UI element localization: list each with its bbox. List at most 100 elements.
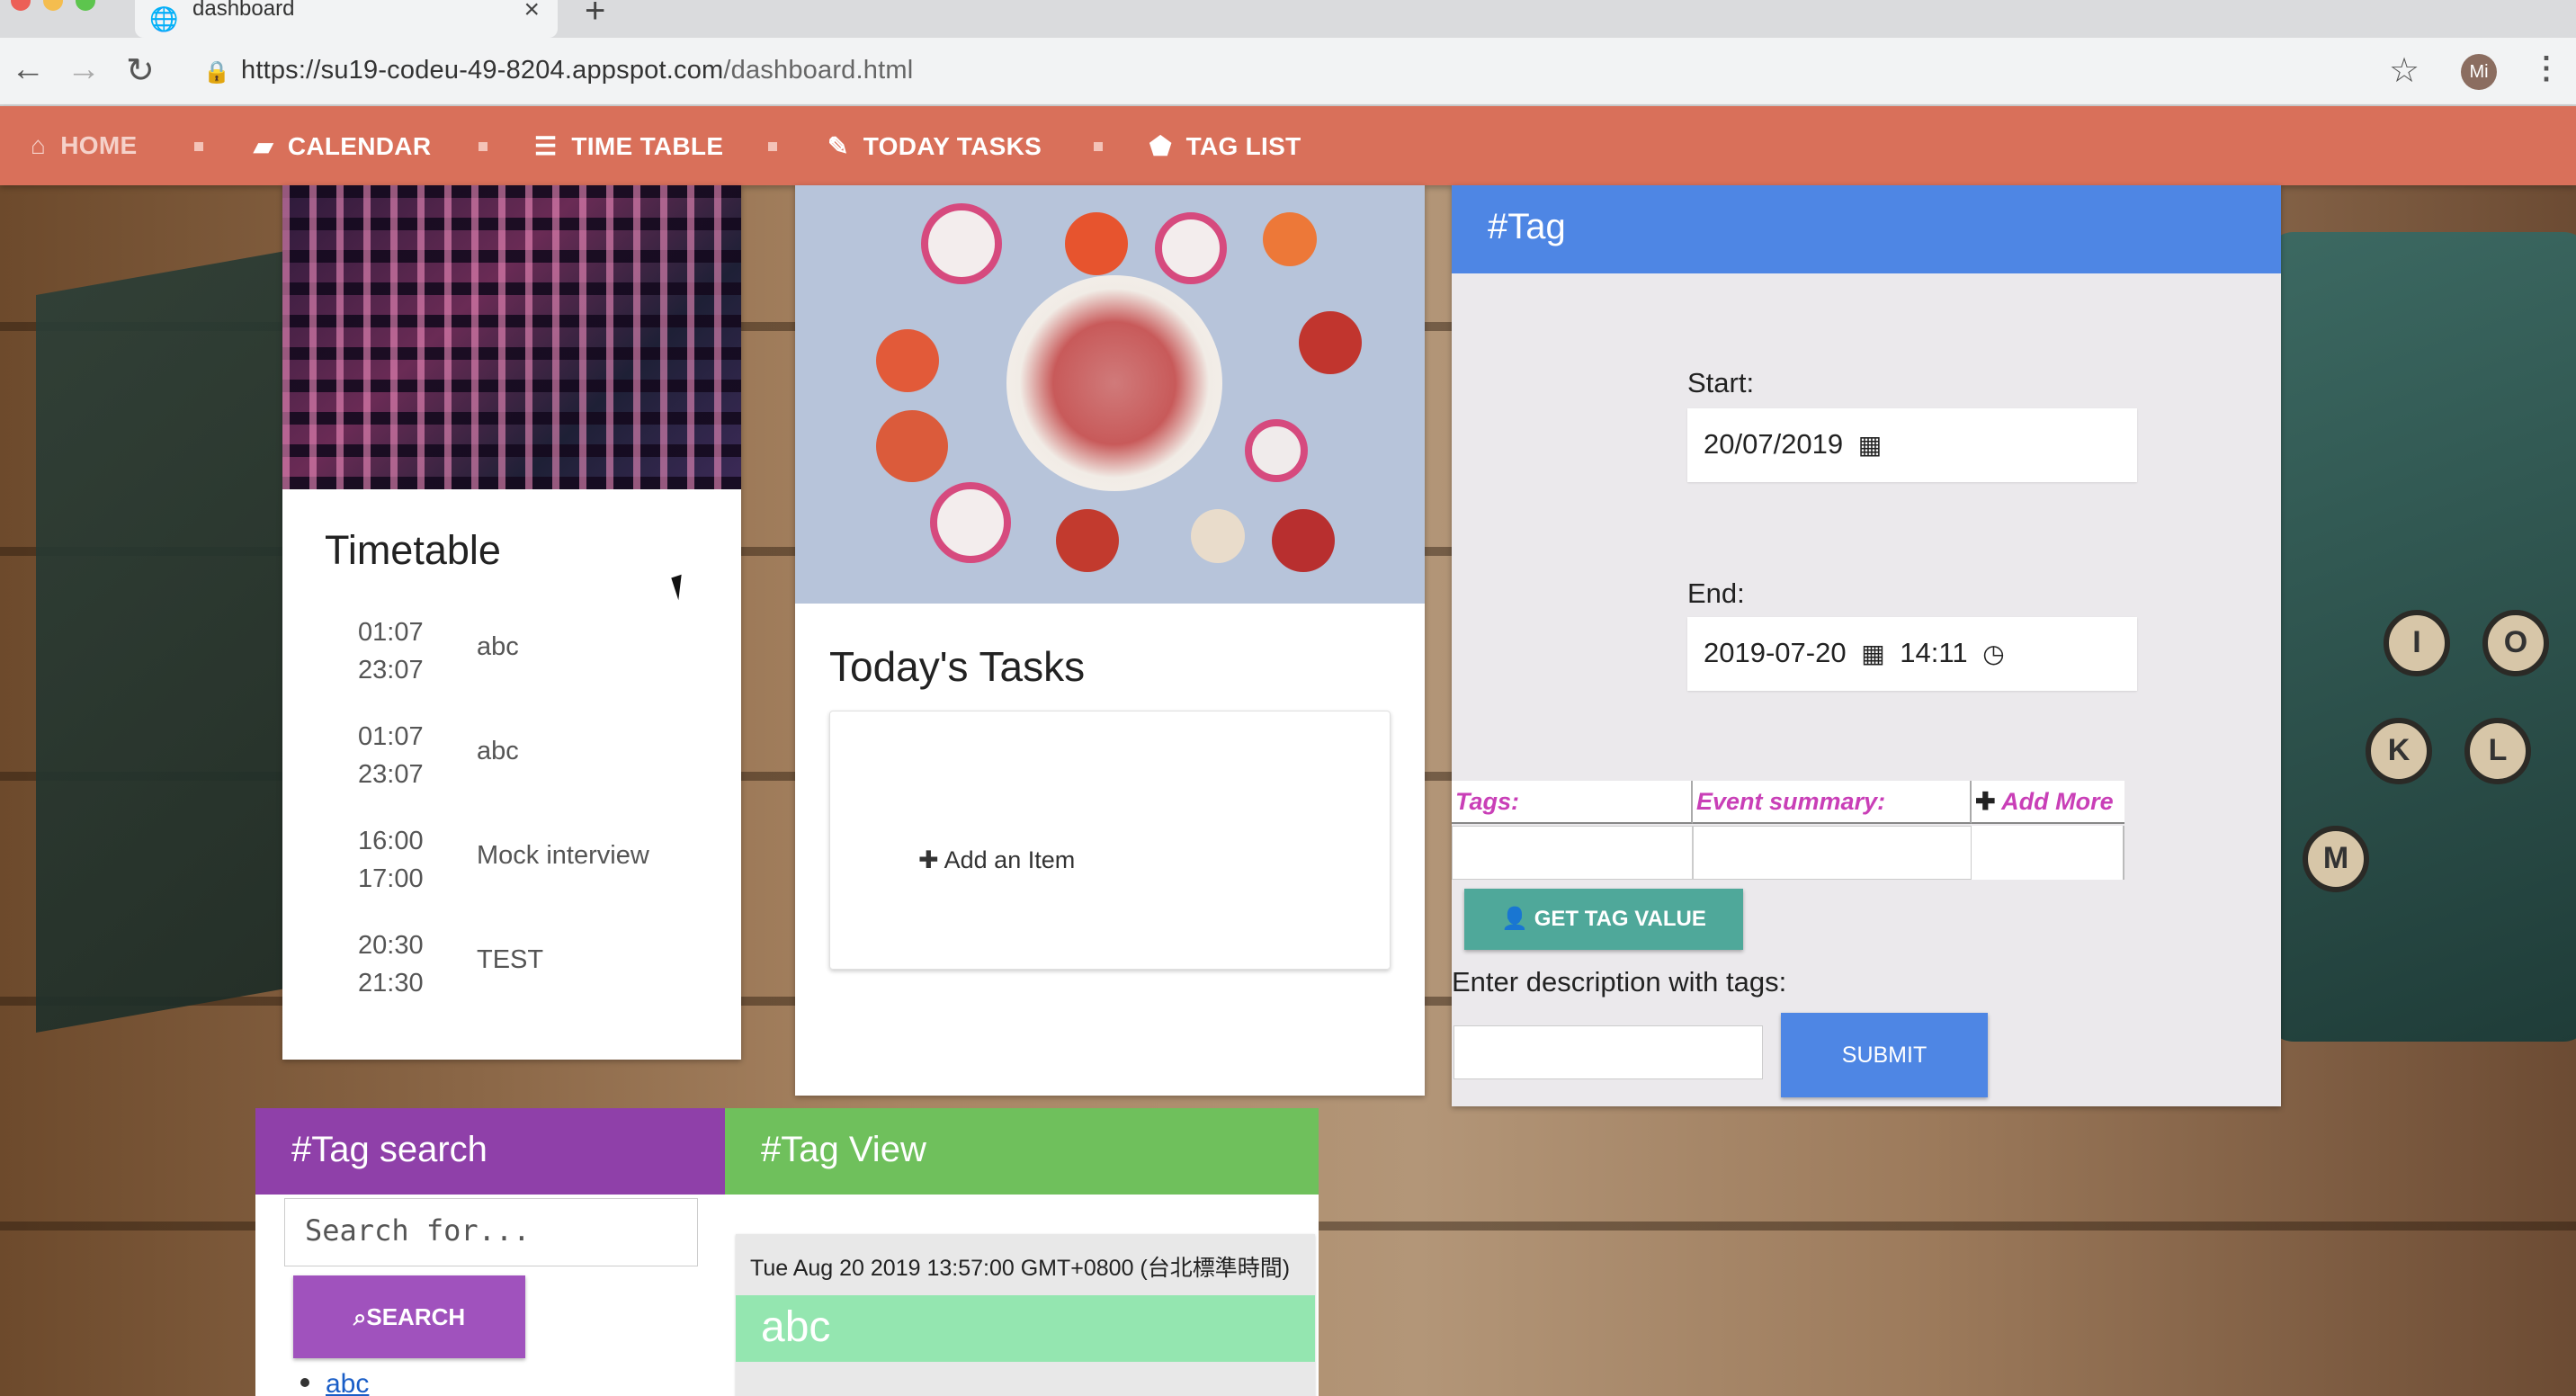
timetable-time: 01:07 23:07 bbox=[358, 718, 424, 793]
timetable-card: Timetable 01:07 23:07 abc 01:07 23:07 abc … bbox=[282, 185, 741, 1060]
time-end: 23:07 bbox=[358, 656, 424, 685]
search-input[interactable]: Search for... bbox=[284, 1198, 698, 1266]
nav-calendar[interactable]: ▰ CALENDAR bbox=[254, 131, 431, 161]
description-label: Enter description with tags: bbox=[1452, 966, 1787, 998]
main-nav: ⌂ HOME ▰ CALENDAR ☰ TIME TABLE ✎ TODAY T… bbox=[0, 106, 2576, 185]
tags-input[interactable] bbox=[1452, 826, 1693, 880]
nav-separator bbox=[1094, 142, 1103, 151]
minimize-window-button[interactable] bbox=[43, 0, 63, 11]
calendar-icon[interactable]: ▦ bbox=[1861, 640, 1884, 667]
search-button-label: SEARCH bbox=[366, 1303, 466, 1330]
list-bullet bbox=[300, 1378, 309, 1387]
nav-calendar-label: CALENDAR bbox=[287, 131, 432, 160]
description-input[interactable] bbox=[1453, 1025, 1763, 1079]
fruit-bowl-image bbox=[795, 185, 1425, 604]
timetable-row[interactable]: 20:30 21:30 TEST bbox=[282, 926, 741, 1016]
tab-title: dashboard bbox=[192, 0, 295, 21]
typewriter-key: M bbox=[2303, 826, 2369, 892]
timetable-event-name: TEST bbox=[477, 945, 544, 974]
timetable-time: 16:00 17:00 bbox=[358, 822, 424, 898]
tag-view-panel: #Tag View Tue Aug 20 2019 13:57:00 GMT+0… bbox=[725, 1108, 1319, 1396]
end-datetime-input[interactable]: 2019-07-20 ▦ 14:11 ◷ bbox=[1687, 617, 2137, 691]
end-date-value: 2019-07-20 bbox=[1704, 637, 1847, 668]
close-tab-icon[interactable]: × bbox=[523, 0, 540, 25]
maximize-window-button[interactable] bbox=[76, 0, 95, 11]
home-icon: ⌂ bbox=[31, 131, 47, 159]
fruit-decoration bbox=[1065, 212, 1128, 275]
calendar-icon[interactable]: ▦ bbox=[1858, 431, 1882, 459]
timetable-row[interactable]: 16:00 17:00 Mock interview bbox=[282, 822, 741, 912]
search-button[interactable]: ⌕SEARCH bbox=[293, 1275, 525, 1358]
nav-today-tasks[interactable]: ✎ TODAY TASKS bbox=[827, 131, 1042, 161]
clock-icon[interactable]: ◷ bbox=[1982, 640, 2004, 667]
fruit-decoration bbox=[876, 410, 948, 482]
kebab-menu-icon[interactable]: ⋮ bbox=[2531, 50, 2562, 86]
back-arrow-icon[interactable]: ← bbox=[11, 50, 45, 89]
nav-time-table[interactable]: ☰ TIME TABLE bbox=[534, 131, 723, 161]
book-icon: ▰ bbox=[254, 132, 273, 160]
tag-view-tag[interactable]: abc bbox=[736, 1295, 1315, 1362]
fruit-decoration bbox=[1191, 509, 1245, 563]
get-tag-value-button[interactable]: 👤 GET TAG VALUE bbox=[1464, 889, 1743, 950]
add-user-icon: 👤 bbox=[1501, 907, 1529, 931]
start-date-input[interactable]: 20/07/2019 ▦ bbox=[1687, 408, 2137, 482]
tag-table-empty-cell bbox=[1972, 826, 2124, 880]
url-path: /dashboard.html bbox=[723, 56, 914, 85]
tag-panel: #Tag Start: 20/07/2019 ▦ End: 2019-07-20… bbox=[1452, 185, 2281, 1106]
forward-arrow-icon[interactable]: → bbox=[67, 50, 101, 89]
end-label: End: bbox=[1687, 577, 1745, 609]
nav-separator bbox=[479, 142, 487, 151]
fruit-decoration bbox=[1263, 212, 1317, 266]
event-summary-input[interactable] bbox=[1693, 826, 1972, 880]
globe-icon: 🌐 bbox=[149, 5, 179, 32]
time-end: 21:30 bbox=[358, 969, 424, 998]
submit-button[interactable]: SUBMIT bbox=[1781, 1013, 1988, 1097]
timetable-row[interactable]: 01:07 23:07 abc bbox=[282, 613, 741, 703]
nav-home[interactable]: ⌂ HOME bbox=[31, 131, 137, 160]
search-result-link[interactable]: abc bbox=[326, 1369, 369, 1396]
time-start: 01:07 bbox=[358, 618, 424, 647]
plus-icon: ✚ bbox=[918, 846, 939, 873]
browser-tab-bar: 🌐 dashboard × + bbox=[0, 0, 2576, 38]
fruit-decoration bbox=[921, 203, 1002, 284]
add-more-button[interactable]: ✚ Add More bbox=[1972, 781, 2124, 824]
today-tasks-card: Today's Tasks ✚ Add an Item bbox=[795, 185, 1425, 1096]
fruit-decoration bbox=[1299, 311, 1362, 374]
add-item-button[interactable]: ✚ Add an Item bbox=[918, 846, 1075, 874]
nav-time-table-label: TIME TABLE bbox=[571, 131, 724, 160]
timetable-time: 20:30 21:30 bbox=[358, 926, 424, 1002]
typewriter-key: L bbox=[2464, 718, 2531, 784]
close-window-button[interactable] bbox=[11, 0, 31, 11]
search-icon: ⌕ bbox=[353, 1303, 367, 1330]
tag-search-header: #Tag search bbox=[255, 1108, 725, 1195]
typewriter-key: O bbox=[2482, 610, 2549, 676]
timetable-event-name: Mock interview bbox=[477, 841, 649, 870]
add-more-label: Add More bbox=[2001, 788, 2114, 815]
timetable-title: Timetable bbox=[325, 527, 501, 573]
avatar[interactable]: Mi bbox=[2461, 54, 2497, 90]
url-field[interactable]: https://su19-codeu-49-8204.appspot.com/d… bbox=[241, 56, 913, 85]
tags-column-header: Tags: bbox=[1452, 781, 1693, 824]
timetable-event-name: abc bbox=[477, 632, 519, 661]
new-tab-button[interactable]: + bbox=[585, 0, 605, 31]
summary-column-header: Event summary: bbox=[1693, 781, 1972, 824]
time-start: 20:30 bbox=[358, 931, 424, 960]
reload-icon[interactable]: ↻ bbox=[126, 50, 155, 91]
task-list-box: ✚ Add an Item bbox=[829, 711, 1391, 970]
fruit-decoration bbox=[1155, 212, 1227, 284]
nav-home-label: HOME bbox=[60, 131, 138, 159]
time-end: 17:00 bbox=[358, 864, 424, 893]
tag-view-item: Tue Aug 20 2019 13:57:00 GMT+0800 (台北標準時… bbox=[736, 1234, 1315, 1396]
add-item-label: Add an Item bbox=[944, 846, 1076, 873]
nav-tag-list[interactable]: ⬟ TAG LIST bbox=[1149, 131, 1301, 161]
list-icon: ☰ bbox=[534, 132, 558, 160]
typewriter-key: I bbox=[2384, 610, 2450, 676]
fruit-decoration bbox=[1245, 419, 1308, 482]
star-icon[interactable]: ☆ bbox=[2389, 50, 2419, 91]
today-tasks-title: Today's Tasks bbox=[829, 643, 1086, 690]
timetable-row[interactable]: 01:07 23:07 abc bbox=[282, 718, 741, 808]
city-building-image bbox=[282, 185, 741, 489]
tag-search-panel: #Tag search Search for... ⌕SEARCH abc bbox=[255, 1108, 725, 1396]
browser-tab[interactable]: 🌐 dashboard × bbox=[135, 0, 558, 38]
tag-icon: ⬟ bbox=[1149, 132, 1172, 160]
